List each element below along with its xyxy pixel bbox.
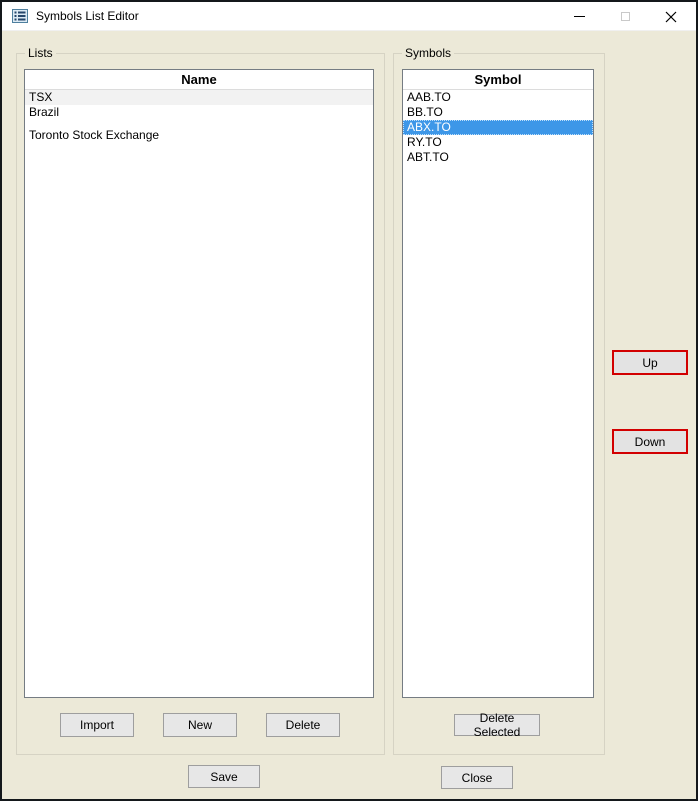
window-controls [556, 2, 694, 31]
list-row-tsx[interactable]: TSX [25, 90, 373, 105]
symbol-row-abt[interactable]: ABT.TO [403, 150, 593, 165]
symbols-table-header: Symbol [403, 70, 593, 90]
symbol-row-abx-selected[interactable]: ABX.TO [403, 120, 593, 135]
symbols-table[interactable]: Symbol AAB.TO BB.TO ABX.TO RY.TO ABT.TO [402, 69, 594, 698]
symbols-list-editor-window: Symbols List Editor Lists Name TSX Brazi… [0, 0, 698, 801]
import-button[interactable]: Import [60, 713, 134, 737]
symbols-group-label: Symbols [402, 46, 454, 60]
list-row-brazil[interactable]: Brazil [25, 105, 373, 120]
close-icon [665, 11, 677, 23]
list-row-spacer [25, 120, 373, 128]
lists-table[interactable]: Name TSX Brazil Toronto Stock Exchange [24, 69, 374, 698]
new-button[interactable]: New [163, 713, 237, 737]
up-button[interactable]: Up [612, 350, 688, 375]
window-title: Symbols List Editor [36, 9, 139, 23]
minimize-icon [574, 16, 585, 17]
save-button[interactable]: Save [188, 765, 260, 788]
symbol-row-bb[interactable]: BB.TO [403, 105, 593, 120]
app-list-icon [12, 8, 28, 24]
maximize-icon [621, 12, 630, 21]
maximize-button[interactable] [602, 2, 648, 31]
list-row-toronto-stock-exchange[interactable]: Toronto Stock Exchange [25, 128, 373, 143]
down-button[interactable]: Down [612, 429, 688, 454]
minimize-button[interactable] [556, 2, 602, 31]
lists-group-label: Lists [25, 46, 56, 60]
titlebar: Symbols List Editor [2, 2, 696, 31]
delete-button[interactable]: Delete [266, 713, 340, 737]
symbol-row-aab[interactable]: AAB.TO [403, 90, 593, 105]
symbol-row-ry[interactable]: RY.TO [403, 135, 593, 150]
close-button[interactable] [648, 2, 694, 31]
delete-selected-button[interactable]: Delete Selected [454, 714, 540, 736]
lists-table-header: Name [25, 70, 373, 90]
close-dialog-button[interactable]: Close [441, 766, 513, 789]
